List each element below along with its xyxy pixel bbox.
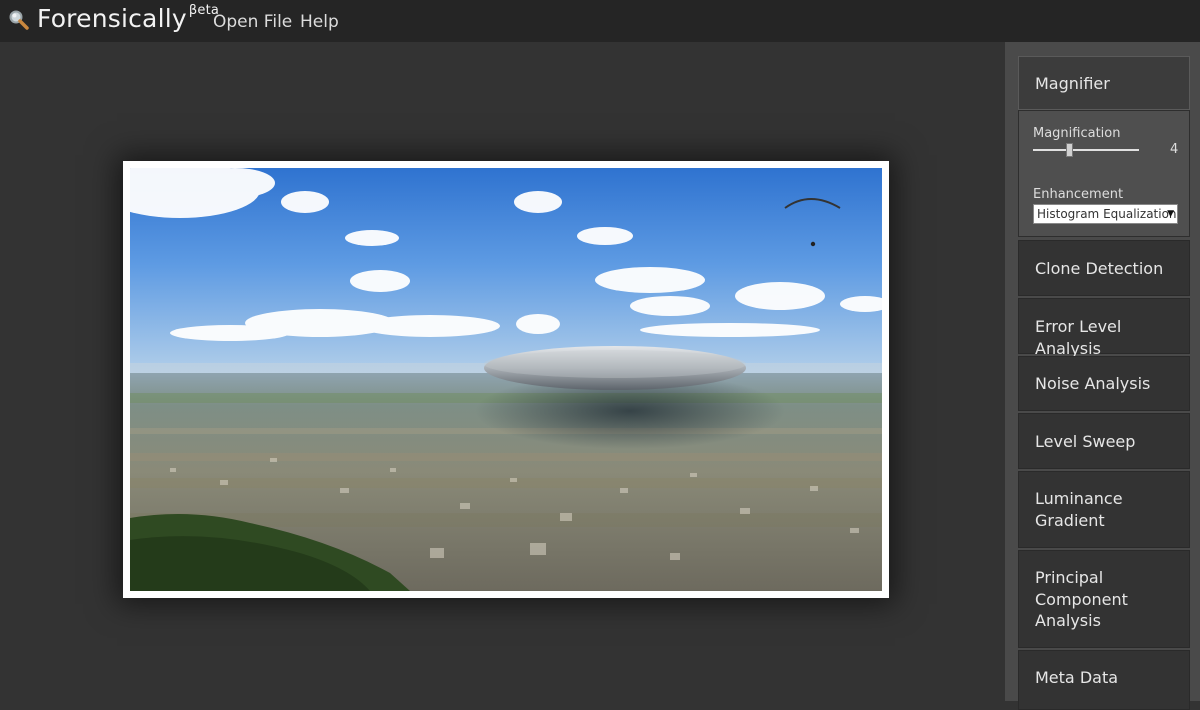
magnification-value: 4 (1170, 142, 1179, 157)
tool-label: Noise Analysis (1035, 374, 1151, 393)
dropdown-arrow-icon: ▼ (1167, 209, 1174, 219)
tool-label: Level Sweep (1035, 432, 1136, 451)
analyzed-image[interactable] (130, 168, 882, 591)
magnifier-settings-panel: Magnification 4 Enhancement Histogram Eq… (1018, 110, 1190, 237)
tool-error-level-analysis[interactable]: Error Level Analysis (1018, 298, 1190, 358)
tool-clone-detection[interactable]: Clone Detection (1018, 240, 1190, 296)
tool-noise-analysis[interactable]: Noise Analysis (1018, 356, 1190, 411)
enhancement-label: Enhancement (1033, 187, 1124, 202)
help-link[interactable]: Help (300, 12, 339, 32)
enhancement-select[interactable]: Histogram Equalization ▼ (1033, 204, 1178, 224)
app-name: Forensically (37, 4, 187, 33)
tool-meta-data[interactable]: Meta Data (1018, 650, 1190, 710)
tool-level-sweep[interactable]: Level Sweep (1018, 413, 1190, 469)
tool-principal-component-analysis[interactable]: Principal Component Analysis (1018, 550, 1190, 648)
image-frame (123, 161, 889, 598)
app-title: Forensically βeta (37, 3, 219, 33)
tool-label: Clone Detection (1035, 259, 1164, 278)
tool-label: Luminance Gradient (1035, 489, 1123, 530)
magnification-slider-thumb[interactable] (1066, 143, 1073, 157)
tool-label: Magnifier (1035, 74, 1110, 93)
open-file-link[interactable]: Open File (213, 12, 292, 32)
tool-luminance-gradient[interactable]: Luminance Gradient (1018, 471, 1190, 548)
magnification-label: Magnification (1033, 126, 1121, 141)
tool-magnifier[interactable]: Magnifier (1018, 56, 1190, 110)
enhancement-selected-value: Histogram Equalization (1037, 207, 1177, 221)
magnification-slider[interactable] (1033, 149, 1139, 151)
tool-label: Meta Data (1035, 668, 1119, 687)
top-bar: Forensically βeta Open File Help (0, 0, 1200, 42)
tools-sidebar: Magnifier Magnification 4 Enhancement Hi… (1005, 42, 1200, 710)
magnifier-icon (9, 10, 29, 30)
tool-label: Principal Component Analysis (1035, 568, 1128, 630)
tool-label: Error Level Analysis (1035, 317, 1122, 358)
